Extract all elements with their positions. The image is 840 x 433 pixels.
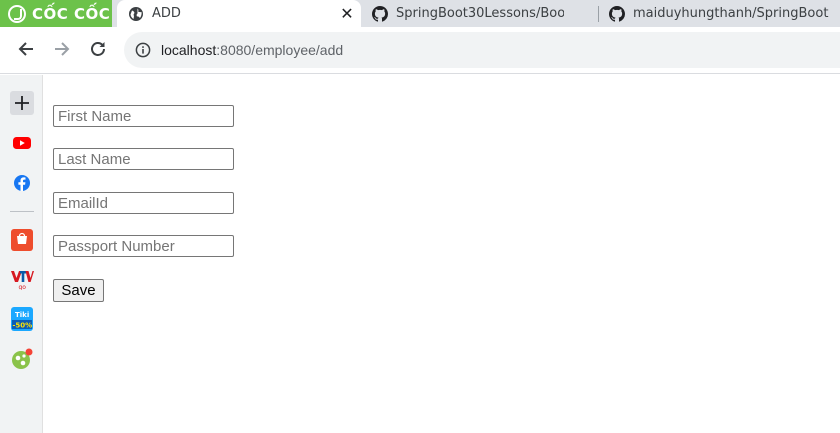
shopee-icon — [11, 229, 33, 251]
sidebar-item-facebook[interactable] — [10, 171, 34, 195]
svg-text:Tiki: Tiki — [15, 311, 29, 319]
sidebar-add-button[interactable] — [10, 91, 34, 115]
back-button[interactable] — [14, 37, 38, 61]
github-icon — [609, 5, 625, 22]
save-button[interactable]: Save — [53, 279, 104, 302]
reload-button[interactable] — [86, 37, 110, 61]
first-name-input[interactable] — [53, 105, 234, 127]
passport-number-input[interactable] — [53, 235, 234, 257]
coccoc-logo-icon — [8, 4, 26, 23]
email-input[interactable] — [53, 192, 234, 214]
back-arrow-icon — [18, 42, 33, 56]
sidebar-item-game[interactable] — [10, 347, 34, 371]
tab-title: SpringBoot30Lessons/Book.java — [396, 6, 564, 21]
game-icon — [12, 348, 33, 369]
tab-maiduyhungthanh[interactable]: maiduyhungthanh/SpringBoot — [598, 0, 840, 27]
sidebar-item-tiki[interactable]: Tiki -50% — [10, 307, 34, 331]
sidebar-divider — [10, 211, 34, 212]
youtube-icon — [13, 137, 31, 149]
sidebar-item-youtube[interactable] — [10, 131, 34, 155]
svg-text:-50%: -50% — [13, 322, 33, 330]
globe-icon — [129, 6, 143, 21]
add-icon — [15, 96, 29, 110]
tab-strip: CỐC CỐC ADD ✕ SpringBoot30Lessons/Book.j… — [0, 0, 840, 27]
url-path: :8080/employee/add — [216, 42, 344, 58]
page-content: Save — [44, 75, 840, 433]
github-icon — [372, 5, 388, 22]
sidebar: go Tiki -50% — [0, 75, 43, 433]
tab-close-icon[interactable]: ✕ — [339, 5, 355, 22]
facebook-icon — [14, 175, 30, 191]
forward-arrow-icon — [55, 42, 70, 56]
vtv-go-icon: go — [11, 271, 34, 290]
sidebar-item-vtv-go[interactable]: go — [10, 267, 34, 291]
sidebar-item-shopee[interactable] — [10, 228, 34, 252]
tab-title: maiduyhungthanh/SpringBoot — [633, 6, 829, 21]
url-host: localhost — [161, 42, 217, 58]
reload-icon — [91, 42, 105, 56]
last-name-input[interactable] — [53, 148, 234, 170]
forward-button[interactable] — [50, 37, 74, 61]
info-icon[interactable] — [135, 42, 151, 58]
browser-toolbar: localhost:8080/employee/add — [0, 27, 840, 74]
tab-add[interactable]: ADD ✕ — [117, 0, 361, 27]
brand-name: CỐC CỐC — [32, 4, 111, 23]
svg-text:go: go — [19, 284, 27, 290]
url-text: localhost:8080/employee/add — [161, 42, 343, 58]
tab-title: ADD — [152, 6, 181, 21]
address-bar[interactable]: localhost:8080/employee/add — [124, 32, 840, 68]
tiki-icon: Tiki -50% — [11, 307, 33, 331]
coccoc-brand-button[interactable]: CỐC CỐC — [0, 0, 112, 27]
tab-springboot-book[interactable]: SpringBoot30Lessons/Book.java — [361, 0, 597, 27]
